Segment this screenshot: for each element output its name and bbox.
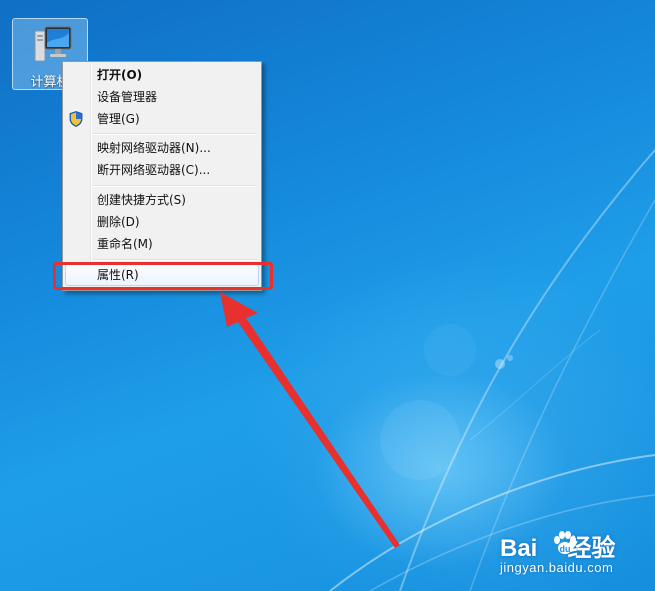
watermark-brand-left: Bai — [500, 535, 538, 562]
baidu-jingyan-watermark: Bai 经验 du jingyan.baidu.com — [500, 528, 650, 578]
svg-text:du: du — [560, 544, 571, 554]
paw-icon: du — [554, 531, 576, 554]
watermark-url: jingyan.baidu.com — [500, 560, 614, 575]
desktop[interactable]: 计算机 打开(O) 设备管理器 管理(G) 映射网络驱动器(N)... 断开网络… — [0, 0, 655, 591]
annotation-arrow — [220, 292, 400, 548]
